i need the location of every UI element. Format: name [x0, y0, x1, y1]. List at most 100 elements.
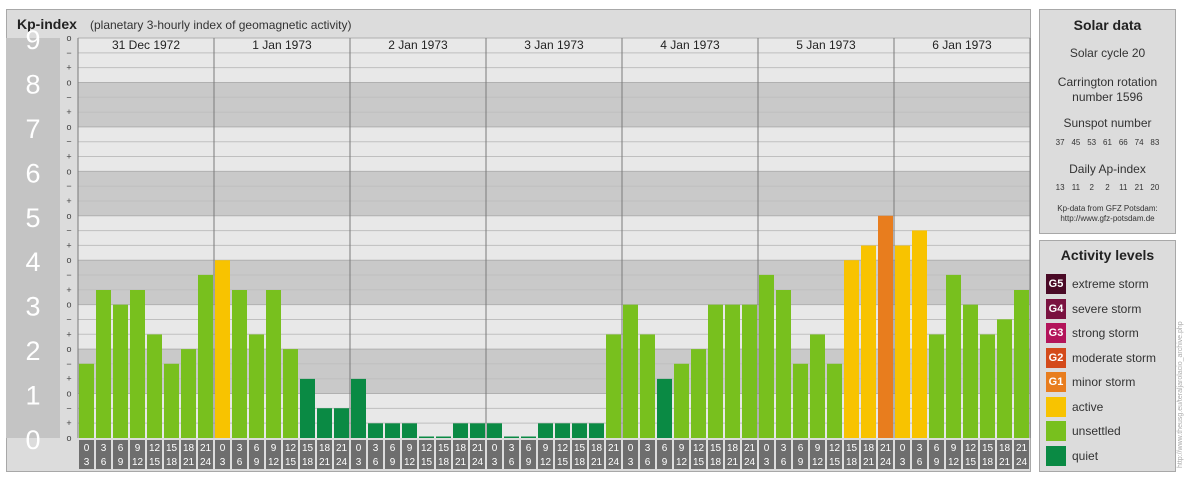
- minor-tick-label: o: [66, 122, 71, 132]
- interval-start: 12: [557, 443, 569, 454]
- interval-end: 12: [948, 457, 960, 468]
- interval-start: 18: [863, 443, 875, 454]
- ap-value-1: 11: [1071, 183, 1081, 192]
- y-tick-label: 4: [25, 247, 40, 277]
- interval-end: 24: [1016, 457, 1028, 468]
- activity-swatch: G5: [1046, 274, 1066, 294]
- kp-bar: [470, 423, 485, 438]
- day-label: 6 Jan 1973: [932, 38, 992, 52]
- kp-bar: [844, 260, 859, 438]
- minor-tick-label: o: [66, 255, 71, 265]
- interval-end: 9: [526, 457, 532, 468]
- minor-tick-label: o: [66, 33, 71, 43]
- interval-end: 3: [764, 457, 770, 468]
- interval-start: 21: [880, 443, 892, 454]
- interval-end: 9: [662, 457, 668, 468]
- minor-tick-label: −: [66, 270, 71, 280]
- kp-bar: [657, 378, 672, 438]
- ap-value-0: 13: [1055, 183, 1065, 192]
- minor-tick-label: +: [66, 196, 71, 206]
- activity-swatch: [1046, 445, 1066, 466]
- kp-bar: [283, 349, 298, 438]
- kp-bar: [912, 230, 927, 438]
- interval-start: 15: [574, 443, 586, 454]
- kp-bar: [793, 363, 808, 438]
- activity-label: quiet: [1072, 448, 1099, 463]
- interval-end: 21: [319, 457, 331, 468]
- minor-tick-label: o: [66, 300, 71, 310]
- minor-tick-label: o: [66, 389, 71, 399]
- kp-bar: [402, 423, 417, 438]
- kp-bar: [385, 423, 400, 438]
- interval-end: 21: [999, 457, 1011, 468]
- interval-end: 6: [101, 457, 107, 468]
- interval-start: 3: [781, 443, 787, 454]
- y-tick-label: 2: [25, 336, 40, 366]
- kp-bar: [946, 274, 961, 438]
- source-line2: http://www.gfz-potsdam.de: [1060, 214, 1155, 223]
- interval-start: 6: [390, 443, 396, 454]
- kp-bar: [606, 334, 621, 438]
- interval-end: 24: [608, 457, 620, 468]
- interval-end: 3: [356, 457, 362, 468]
- interval-start: 12: [829, 443, 841, 454]
- kp-bar: [419, 436, 434, 438]
- kp-bar: [691, 349, 706, 438]
- interval-end: 12: [676, 457, 688, 468]
- interval-start: 3: [101, 443, 107, 454]
- interval-start: 0: [492, 443, 498, 454]
- interval-end: 3: [220, 457, 226, 468]
- interval-start: 21: [608, 443, 620, 454]
- interval-start: 9: [543, 443, 549, 454]
- interval-start: 6: [934, 443, 940, 454]
- day-label: 3 Jan 1973: [524, 38, 584, 52]
- minor-tick-label: −: [66, 137, 71, 147]
- interval-start: 9: [951, 443, 957, 454]
- sunspot-numbers: 37 45 53 61 66 74 83: [1040, 138, 1175, 147]
- interval-start: 3: [237, 443, 243, 454]
- kp-bar: [861, 245, 876, 438]
- activity-label: moderate storm: [1072, 350, 1157, 365]
- y-tick-label: 7: [25, 114, 40, 144]
- interval-start: 12: [421, 443, 433, 454]
- activity-label: severe storm: [1072, 301, 1142, 316]
- interval-start: 21: [744, 443, 756, 454]
- kp-bar: [640, 334, 655, 438]
- sunspot-number-5: 74: [1134, 138, 1144, 147]
- interval-start: 15: [982, 443, 994, 454]
- interval-end: 18: [574, 457, 586, 468]
- interval-start: 21: [472, 443, 484, 454]
- interval-start: 18: [999, 443, 1011, 454]
- interval-end: 21: [591, 457, 603, 468]
- kp-bar: [895, 245, 910, 438]
- interval-end: 9: [798, 457, 804, 468]
- day-label: 5 Jan 1973: [796, 38, 856, 52]
- kp-bar: [929, 334, 944, 438]
- minor-tick-label: +: [66, 418, 71, 428]
- kp-bar: [555, 423, 570, 438]
- day-label: 4 Jan 1973: [660, 38, 720, 52]
- interval-start: 6: [254, 443, 260, 454]
- kp-bar: [725, 304, 740, 438]
- interval-start: 0: [84, 443, 90, 454]
- activity-label: extreme storm: [1072, 277, 1149, 291]
- interval-end: 15: [149, 457, 161, 468]
- kp-bar: [997, 319, 1012, 438]
- kp-bar: [487, 423, 502, 438]
- kp-bar: [232, 290, 247, 438]
- ap-value-6: 20: [1150, 183, 1160, 192]
- interval-start: 15: [302, 443, 314, 454]
- interval-end: 12: [268, 457, 280, 468]
- kp-bar: [878, 215, 893, 438]
- interval-end: 18: [438, 457, 450, 468]
- interval-start: 6: [526, 443, 532, 454]
- minor-tick-label: +: [66, 240, 71, 250]
- kp-bar: [674, 363, 689, 438]
- minor-tick-label: +: [66, 107, 71, 117]
- activity-levels-title: Activity levels: [1060, 247, 1155, 263]
- carrington-line1: Carrington rotation: [1057, 75, 1158, 89]
- interval-end: 6: [509, 457, 515, 468]
- y-tick-label: 9: [25, 25, 40, 55]
- activity-level-unsettled: unsettled: [1046, 421, 1121, 441]
- kp-bar: [249, 334, 264, 438]
